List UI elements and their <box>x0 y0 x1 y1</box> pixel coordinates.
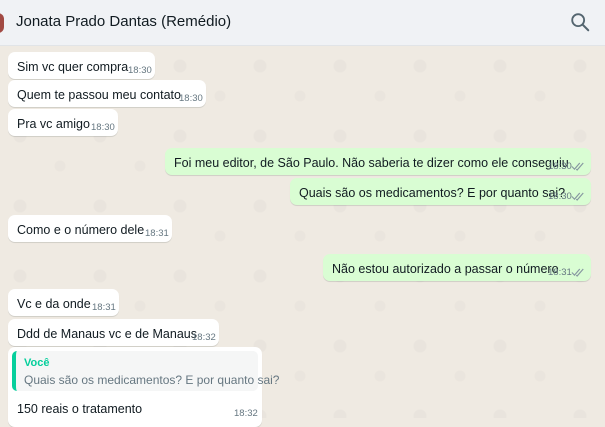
quote-text: Quais são os medicamentos? E por quanto … <box>24 373 280 387</box>
message-text: Quais são os medicamentos? E por quanto … <box>299 186 566 200</box>
message-incoming: Como e o número dele 18:31 <box>8 215 172 242</box>
message-incoming: Sim vc quer compra 18:30 <box>8 52 155 79</box>
message-incoming: Vc e da onde 18:31 <box>8 289 119 316</box>
chat-header: Jonata Prado Dantas (Remédio) <box>0 0 605 46</box>
double-check-icon <box>571 268 584 277</box>
message-outgoing: Não estou autorizado a passar o número 1… <box>323 254 591 281</box>
message-list[interactable]: Sim vc quer compra 18:30 Quem te passou … <box>0 46 605 427</box>
message-text: Ddd de Manaus vc e de Manaus <box>17 327 197 341</box>
message-text: Pra vc amigo <box>17 117 90 131</box>
message-text: Quem te passou meu contato <box>17 88 181 102</box>
message-time: 18:30 <box>548 191 572 202</box>
message-text: Como e o número dele <box>17 223 145 237</box>
message-time: 18:32 <box>192 332 216 343</box>
message-time: 18:30 <box>91 122 115 133</box>
message-time: 18:30 <box>548 161 572 172</box>
message-incoming-reply: Você Quais são os medicamentos? E por qu… <box>8 347 279 427</box>
message-time: 18:30 <box>179 93 203 104</box>
message-incoming: Pra vc amigo 18:30 <box>8 109 118 136</box>
message-text: Não estou autorizado a passar o número <box>332 262 559 276</box>
message-incoming: Ddd de Manaus vc e de Manaus 18:32 <box>8 319 219 346</box>
double-check-icon <box>571 192 584 201</box>
message-incoming: Quem te passou meu contato 18:30 <box>8 80 206 107</box>
message-text: Foi meu editor, de São Paulo. Não saberi… <box>174 156 569 170</box>
message-time: 18:31 <box>92 302 116 313</box>
message-text: Sim vc quer compra <box>17 60 129 74</box>
message-text: Vc e da onde <box>17 297 91 311</box>
message-time: 18:31 <box>145 228 169 239</box>
message-time: 18:32 <box>234 408 258 419</box>
message-time: 18:30 <box>128 65 152 76</box>
contact-name[interactable]: Jonata Prado Dantas (Remédio) <box>16 13 231 30</box>
double-check-icon <box>571 162 584 171</box>
message-outgoing: Foi meu editor, de São Paulo. Não saberi… <box>165 148 591 175</box>
message-text: 150 reais o tratamento <box>17 402 143 416</box>
search-icon[interactable] <box>569 11 591 33</box>
message-time: 18:31 <box>548 267 572 278</box>
contact-avatar[interactable] <box>0 13 4 33</box>
quote-author: Você <box>24 357 50 369</box>
message-outgoing: Quais são os medicamentos? E por quanto … <box>290 178 591 205</box>
quoted-message[interactable]: Você Quais são os medicamentos? E por qu… <box>12 351 279 391</box>
